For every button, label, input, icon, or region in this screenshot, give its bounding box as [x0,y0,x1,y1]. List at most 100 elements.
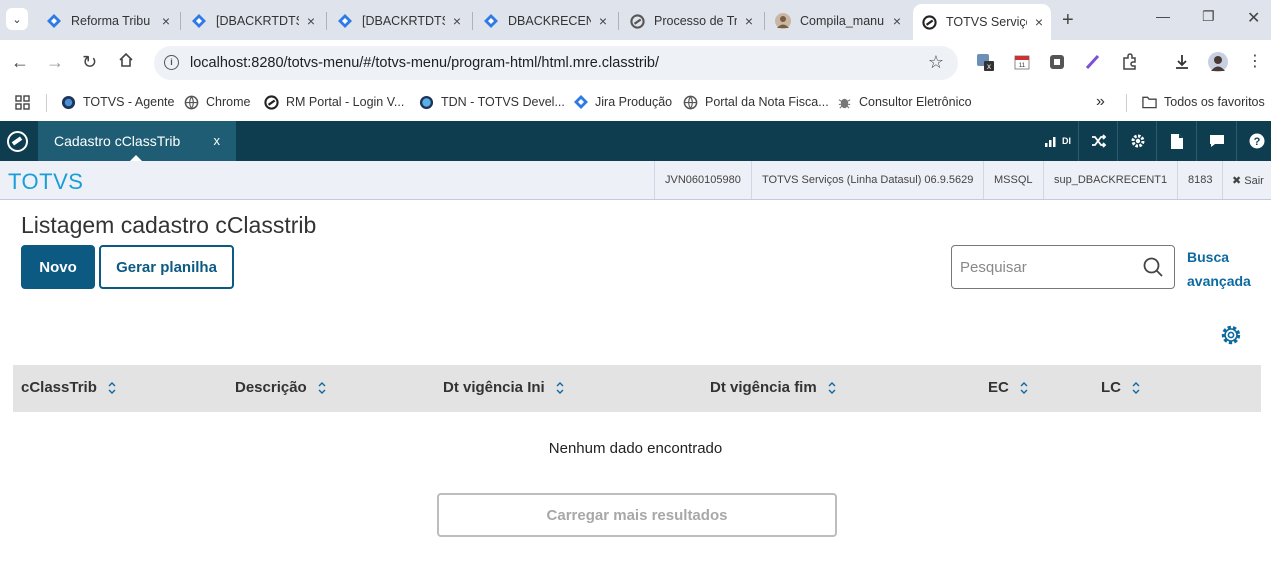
tab-close-icon[interactable]: × [599,13,607,29]
tab-separator [472,12,473,30]
load-more-button[interactable]: Carregar mais resultados [437,493,837,537]
globe-gray-icon [683,95,698,110]
bookmark-item[interactable]: Consultor Eletrônico [837,92,972,112]
tab-close-icon[interactable]: × [1035,14,1043,30]
forward-icon[interactable]: → [46,52,64,73]
empty-table-message: Nenhum dado encontrado [548,440,723,457]
minimize-icon[interactable]: — [1156,8,1170,24]
column-label: LC [1101,379,1121,396]
close-window-icon[interactable]: ✕ [1247,8,1260,28]
document-icon [1170,133,1183,149]
generate-spreadsheet-button[interactable]: Gerar planilha [99,245,234,289]
tab-close-icon[interactable]: × [162,13,170,29]
browser-menu-icon[interactable]: ⋮ [1245,52,1265,72]
apps-grid-icon[interactable] [15,92,30,112]
column-header-descricao[interactable]: Descrição [235,379,327,396]
address-bar[interactable]: i localhost:8280/totvs-menu/#/totvs-menu… [154,46,958,80]
browser-tab[interactable]: [DBACKRTDTS × [329,6,469,36]
product-version: TOTVS Serviços (Linha Datasul) 06.9.5629 [751,161,983,199]
column-label: EC [988,379,1009,396]
shuffle-button[interactable] [1078,121,1118,161]
more-bookmarks-button[interactable]: » [1096,92,1105,112]
tab-separator [764,12,765,30]
tab-separator [180,12,181,30]
tab-close-icon[interactable]: × [307,13,315,29]
home-icon[interactable] [118,52,134,73]
shuffle-icon [1091,134,1106,148]
extension-puzzle-dark-icon[interactable] [1047,52,1067,72]
help-button[interactable]: ? [1236,121,1271,161]
settings-button[interactable] [1117,121,1157,161]
tab-close-icon[interactable]: × [453,13,461,29]
chat-button[interactable] [1196,121,1236,161]
gear-icon [1131,134,1144,148]
diamond-blue-icon [483,13,499,29]
new-tab-button[interactable]: + [1062,9,1074,32]
table-header: cClassTrib Descrição Dt vigência Ini Dt … [13,365,1261,412]
tab-label: [DBACKRTDTS [216,14,299,28]
bookmark-label: Portal da Nota Fisca... [705,95,829,109]
advanced-search-link[interactable]: Busca avançada [1187,245,1251,293]
tab-separator [326,12,327,30]
site-info-icon[interactable]: i [164,55,179,70]
column-header-dt-vigencia-fim[interactable]: Dt vigência fim [710,379,837,396]
column-label: Dt vigência Ini [443,379,545,396]
column-header-ec[interactable]: EC [988,379,1029,396]
profile-avatar[interactable] [1208,52,1228,72]
restore-icon[interactable]: ❐ [1202,8,1215,25]
signal-status-button[interactable]: DI [1038,121,1078,161]
program-tab-close-icon[interactable]: x [214,133,221,148]
bookmark-item[interactable]: Chrome [184,92,250,112]
browser-tab[interactable]: Processo de Tr × [621,6,761,36]
totvs-dark-icon [264,94,279,110]
search-icon[interactable] [1142,256,1164,278]
all-bookmarks-folder[interactable]: Todos os favoritos [1142,92,1265,112]
bookmark-item[interactable]: TOTVS - Agente [61,92,174,112]
tab-close-icon[interactable]: × [893,13,901,29]
logout-button[interactable]: ✖ Sair [1222,161,1264,199]
advanced-search-line2: avançada [1187,273,1251,289]
totvs-logo-icon[interactable] [7,131,28,152]
search-input[interactable] [960,256,1135,278]
reload-icon[interactable]: ↻ [82,52,97,73]
avatar-icon [775,13,791,29]
bookmark-star-icon[interactable]: ☆ [928,52,944,73]
bookmarks-separator [46,94,47,112]
extension-calendar-icon[interactable]: 11 [1012,52,1032,72]
bookmark-item[interactable]: TDN - TOTVS Devel... [419,92,565,112]
document-button[interactable] [1156,121,1196,161]
bookmark-item[interactable]: RM Portal - Login V... [264,92,404,112]
browser-tab-strip: ⌄ Reforma Tribu × [DBACKRTDTS × [DBACKRT… [0,0,1271,40]
extension-pen-icon[interactable] [1083,52,1103,72]
column-header-dt-vigencia-ini[interactable]: Dt vigência Ini [443,379,565,396]
tab-label: TOTVS Serviço [946,15,1027,29]
help-icon: ? [1249,133,1264,149]
app-program-tab[interactable]: Cadastro cClassTrib x [38,121,236,162]
bookmark-item[interactable]: Jira Produção [573,92,672,112]
new-button[interactable]: Novo [21,245,95,289]
extension-excel-icon[interactable]: x [976,52,996,72]
back-icon[interactable]: ← [11,52,29,73]
column-header-cclasstrib[interactable]: cClassTrib [21,379,117,396]
tab-label: DBACKRECEN [508,14,591,28]
jira-icon [573,95,588,110]
browser-tab-active[interactable]: TOTVS Serviço × [913,4,1051,40]
tab-label: [DBACKRTDTS [362,14,445,28]
browser-tab[interactable]: DBACKRECEN × [475,6,615,36]
sort-icon [1132,381,1140,394]
browser-tab[interactable]: [DBACKRTDTS × [183,6,323,36]
bookmark-label: Jira Produção [595,95,673,109]
browser-toolbar: ← → ↻ i localhost:8280/totvs-menu/#/totv… [0,40,1271,86]
tab-search-button[interactable]: ⌄ [6,8,28,30]
bookmark-item[interactable]: Portal da Nota Fisca... [683,92,829,112]
tab-close-icon[interactable]: × [745,13,753,29]
database-type: MSSQL [983,161,1043,199]
browser-tab[interactable]: Reforma Tribu × [38,6,178,36]
download-icon[interactable] [1172,52,1192,72]
column-header-lc[interactable]: LC [1101,379,1141,396]
globe-dark-icon [61,95,76,110]
extensions-puzzle-icon[interactable] [1119,52,1139,72]
table-settings-gear-icon[interactable] [1219,323,1243,347]
browser-tab[interactable]: Compila_manu × [767,6,909,36]
all-bookmarks-label: Todos os favoritos [1164,95,1265,109]
